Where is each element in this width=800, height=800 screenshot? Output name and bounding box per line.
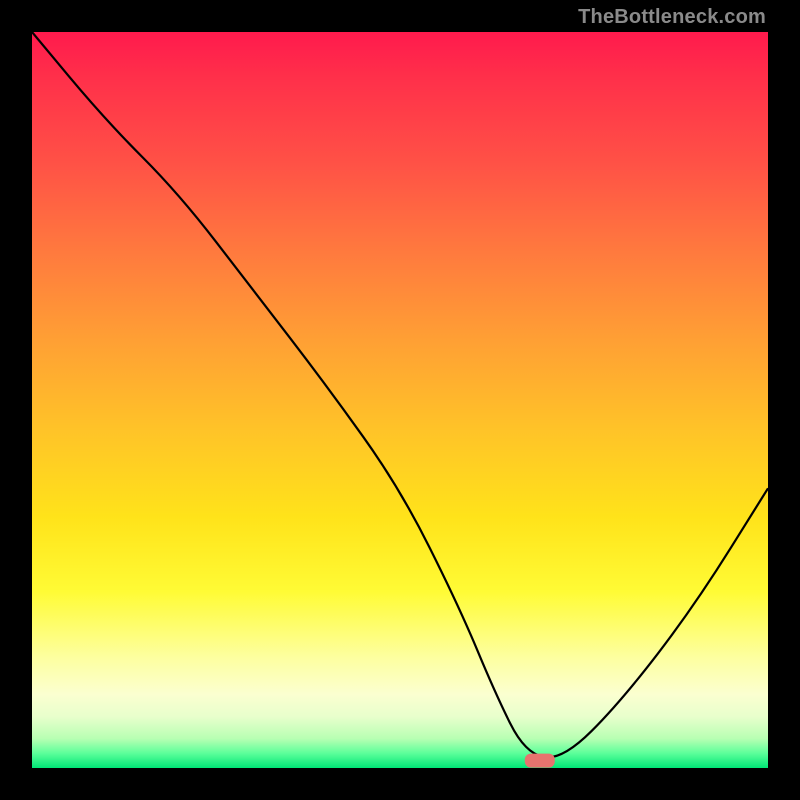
curve-layer: [32, 32, 768, 768]
chart-frame: TheBottleneck.com: [0, 0, 800, 800]
bottleneck-curve: [32, 32, 768, 757]
plot-area: [32, 32, 768, 768]
watermark-text: TheBottleneck.com: [578, 6, 766, 29]
optimal-point-marker: [525, 754, 555, 768]
